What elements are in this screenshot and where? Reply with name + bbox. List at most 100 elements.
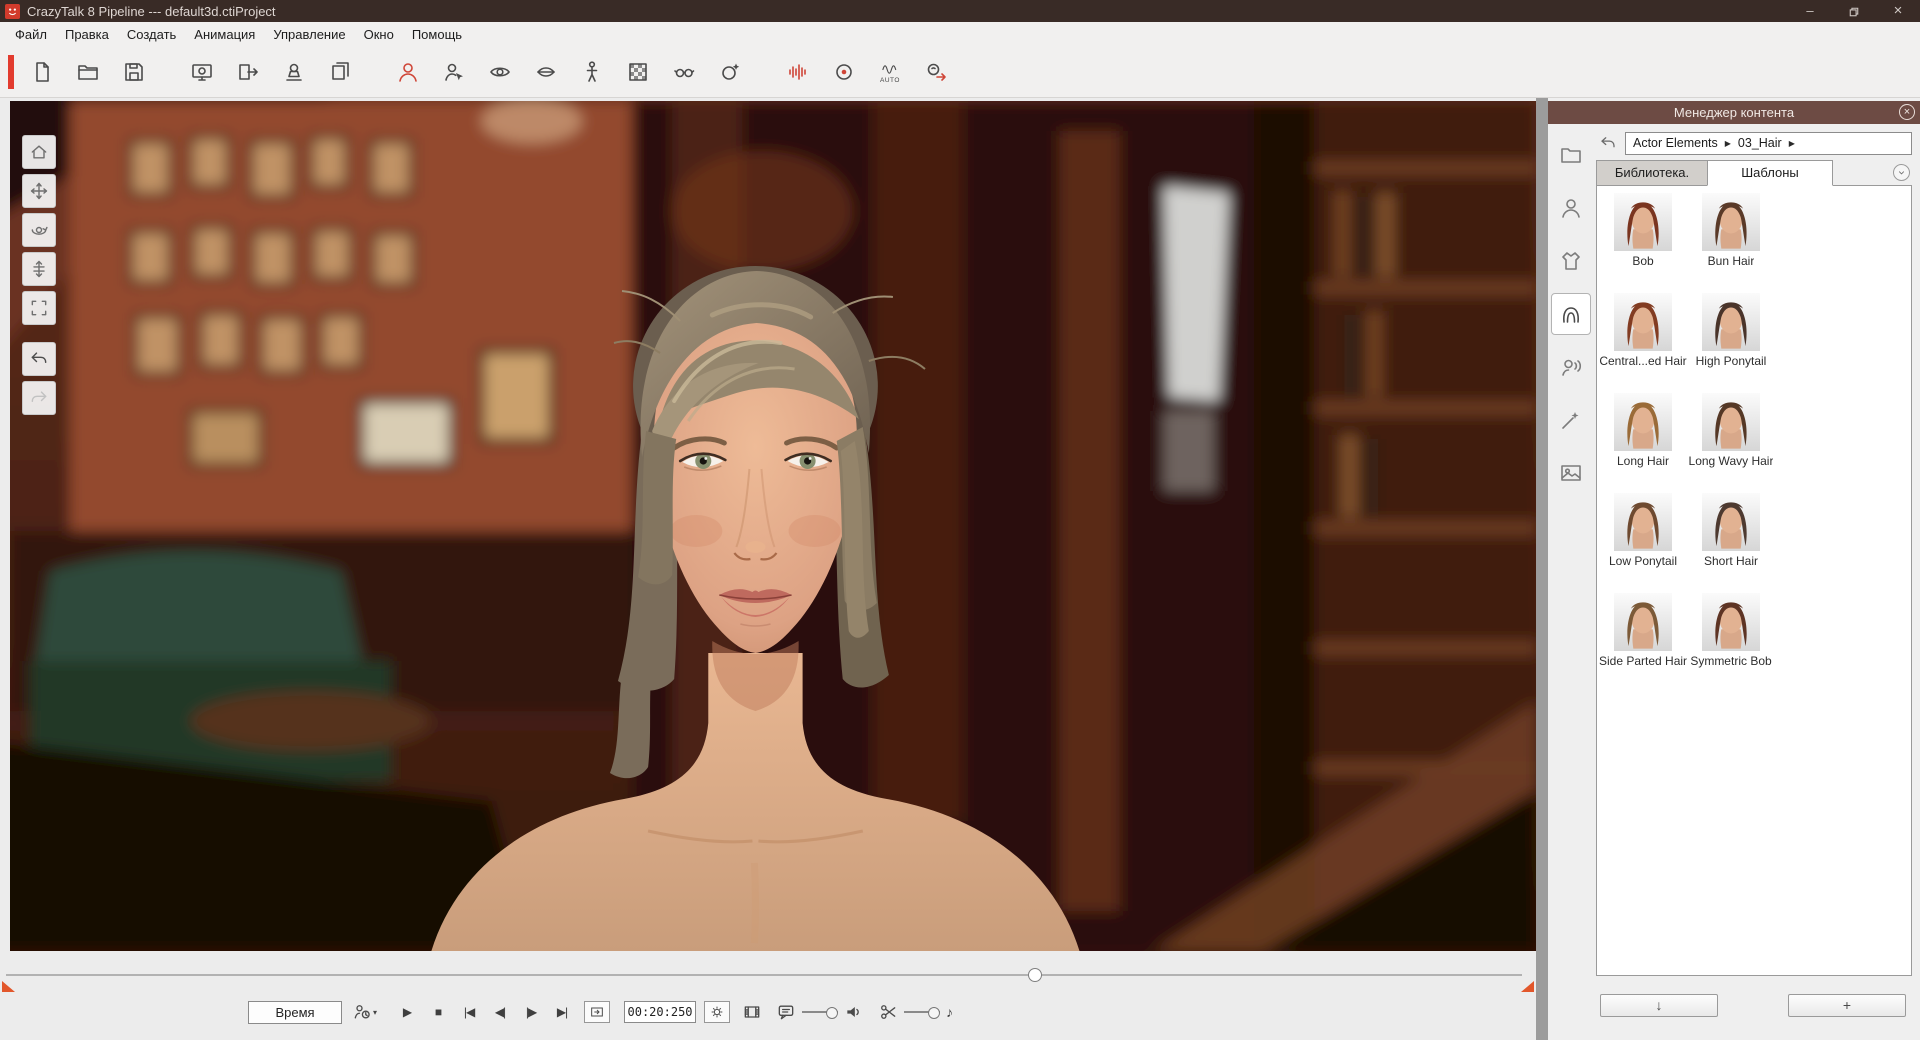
- hair-thumbnail-icon: [1614, 393, 1672, 451]
- preview-render-button[interactable]: [186, 55, 218, 89]
- template-item-long-wavy-hair[interactable]: Long Wavy Hair: [1687, 393, 1775, 493]
- select-actor-button[interactable]: [438, 55, 470, 89]
- category-image-button[interactable]: [1551, 452, 1591, 494]
- tab-templates[interactable]: Шаблоны: [1707, 160, 1833, 186]
- pan-view-button[interactable]: [22, 174, 56, 208]
- menu-edit[interactable]: Правка: [56, 24, 118, 45]
- timeline-settings-button[interactable]: [704, 1001, 730, 1023]
- new-project-button[interactable]: [26, 55, 58, 89]
- breadcrumb-item-hair[interactable]: 03_Hair: [1738, 136, 1782, 150]
- home-view-button[interactable]: [22, 135, 56, 169]
- template-item-high-ponytail[interactable]: High Ponytail: [1687, 293, 1775, 393]
- next-frame-button[interactable]: |▶: [519, 1000, 543, 1024]
- minimize-button[interactable]: –: [1788, 0, 1832, 22]
- menu-manage[interactable]: Управление: [264, 24, 354, 45]
- fit-view-button[interactable]: [22, 291, 56, 325]
- breadcrumb-item-actor-elements[interactable]: Actor Elements: [1633, 136, 1718, 150]
- face-beautify-button[interactable]: [714, 55, 746, 89]
- category-project-button[interactable]: [1551, 134, 1591, 176]
- range-marker-left[interactable]: [2, 981, 15, 992]
- menu-help[interactable]: Помощь: [403, 24, 471, 45]
- category-actor-button[interactable]: [1551, 187, 1591, 229]
- loop-range-icon: [589, 1004, 605, 1020]
- add-content-button[interactable]: +: [1788, 994, 1906, 1017]
- content-manager-header: Менеджер контента ×: [1548, 101, 1920, 124]
- category-costume-button[interactable]: [1551, 240, 1591, 282]
- create-script-button[interactable]: [782, 55, 814, 89]
- template-list-area: Bob Bun Hair Central...ed Hair: [1596, 185, 1912, 976]
- panel-expander-button[interactable]: [1893, 164, 1910, 181]
- restore-button[interactable]: [1832, 0, 1876, 22]
- zoom-vertical-icon: [29, 259, 49, 279]
- slider-knob[interactable]: [928, 1007, 940, 1019]
- orbit-view-button[interactable]: [22, 213, 56, 247]
- actor-cursor-icon: [442, 60, 466, 84]
- restore-icon: [1849, 7, 1859, 17]
- close-window-icon: ×: [1894, 2, 1903, 19]
- undo-button[interactable]: [22, 342, 56, 376]
- template-item-bob[interactable]: Bob: [1599, 193, 1687, 293]
- track-options-button[interactable]: ▾: [352, 1000, 377, 1024]
- library-tabs: Библиотека. Шаблоны: [1596, 161, 1912, 186]
- go-start-button[interactable]: |◀: [457, 1000, 481, 1024]
- play-button[interactable]: ▶: [395, 1000, 419, 1024]
- template-item-short-hair[interactable]: Short Hair: [1687, 493, 1775, 593]
- close-panel-button[interactable]: ×: [1899, 104, 1915, 120]
- open-folder-icon: [76, 60, 100, 84]
- volume-slider[interactable]: [904, 1005, 940, 1019]
- apply-content-button[interactable]: ↓: [1600, 994, 1718, 1017]
- menu-create[interactable]: Создать: [118, 24, 185, 45]
- range-marker-right[interactable]: [1521, 981, 1534, 992]
- prev-frame-button[interactable]: ◀|: [488, 1000, 512, 1024]
- actor-red-icon: [396, 60, 420, 84]
- orbit-icon: [29, 220, 49, 240]
- template-item-side-parted-hair[interactable]: Side Parted Hair: [1599, 593, 1687, 693]
- category-voice-button[interactable]: [1551, 346, 1591, 388]
- template-item-long-hair[interactable]: Long Hair: [1599, 393, 1687, 493]
- stamp-tool-button[interactable]: [278, 55, 310, 89]
- menu-window[interactable]: Окно: [355, 24, 403, 45]
- toolbar-group-animation: AUTO: [782, 55, 952, 89]
- speaker-button[interactable]: [842, 1000, 866, 1024]
- template-item-symmetric-bob[interactable]: Symmetric Bob: [1687, 593, 1775, 693]
- slider-knob[interactable]: [826, 1007, 838, 1019]
- face-puppet-button[interactable]: [828, 55, 860, 89]
- template-item-bun-hair[interactable]: Bun Hair: [1687, 193, 1775, 293]
- lip-strength-slider[interactable]: [802, 1005, 838, 1019]
- create-actor-button[interactable]: [392, 55, 424, 89]
- save-project-button[interactable]: [118, 55, 150, 89]
- open-project-button[interactable]: [72, 55, 104, 89]
- template-item-central-parted-hair[interactable]: Central...ed Hair: [1599, 293, 1687, 393]
- collect-clip-button[interactable]: [324, 55, 356, 89]
- export-button[interactable]: [232, 55, 264, 89]
- auto-motion-button[interactable]: AUTO: [874, 55, 906, 89]
- accessories-button[interactable]: [668, 55, 700, 89]
- time-mode-button[interactable]: Время: [248, 1001, 342, 1024]
- redo-button[interactable]: [22, 381, 56, 415]
- motion-clip-export-button[interactable]: [920, 55, 952, 89]
- render-video-button[interactable]: [740, 1000, 764, 1024]
- menu-file[interactable]: Файл: [6, 24, 56, 45]
- actor-proportion-button[interactable]: [576, 55, 608, 89]
- breadcrumb-up-button[interactable]: [1596, 131, 1620, 155]
- mouth-editor-button[interactable]: [530, 55, 562, 89]
- stop-button[interactable]: ■: [426, 1000, 450, 1024]
- menu-animation[interactable]: Анимация: [185, 24, 264, 45]
- zoom-view-button[interactable]: [22, 252, 56, 286]
- tab-library[interactable]: Библиотека.: [1596, 160, 1708, 186]
- viewport-3d[interactable]: [10, 101, 1536, 951]
- background-button[interactable]: [622, 55, 654, 89]
- go-end-button[interactable]: ▶|: [550, 1000, 574, 1024]
- subtitle-button[interactable]: [774, 1000, 798, 1024]
- cut-clip-button[interactable]: [876, 1000, 900, 1024]
- category-hair-button[interactable]: [1551, 293, 1591, 335]
- playhead-knob[interactable]: [1028, 968, 1042, 982]
- template-label: Short Hair: [1704, 554, 1758, 568]
- close-window-button[interactable]: ×: [1876, 0, 1920, 22]
- loop-playback-button[interactable]: [584, 1001, 610, 1023]
- eye-editor-button[interactable]: [484, 55, 516, 89]
- speech-bubble-icon: [776, 1002, 796, 1022]
- timeline-track[interactable]: [6, 974, 1522, 976]
- template-item-low-ponytail[interactable]: Low Ponytail: [1599, 493, 1687, 593]
- category-effects-button[interactable]: [1551, 399, 1591, 441]
